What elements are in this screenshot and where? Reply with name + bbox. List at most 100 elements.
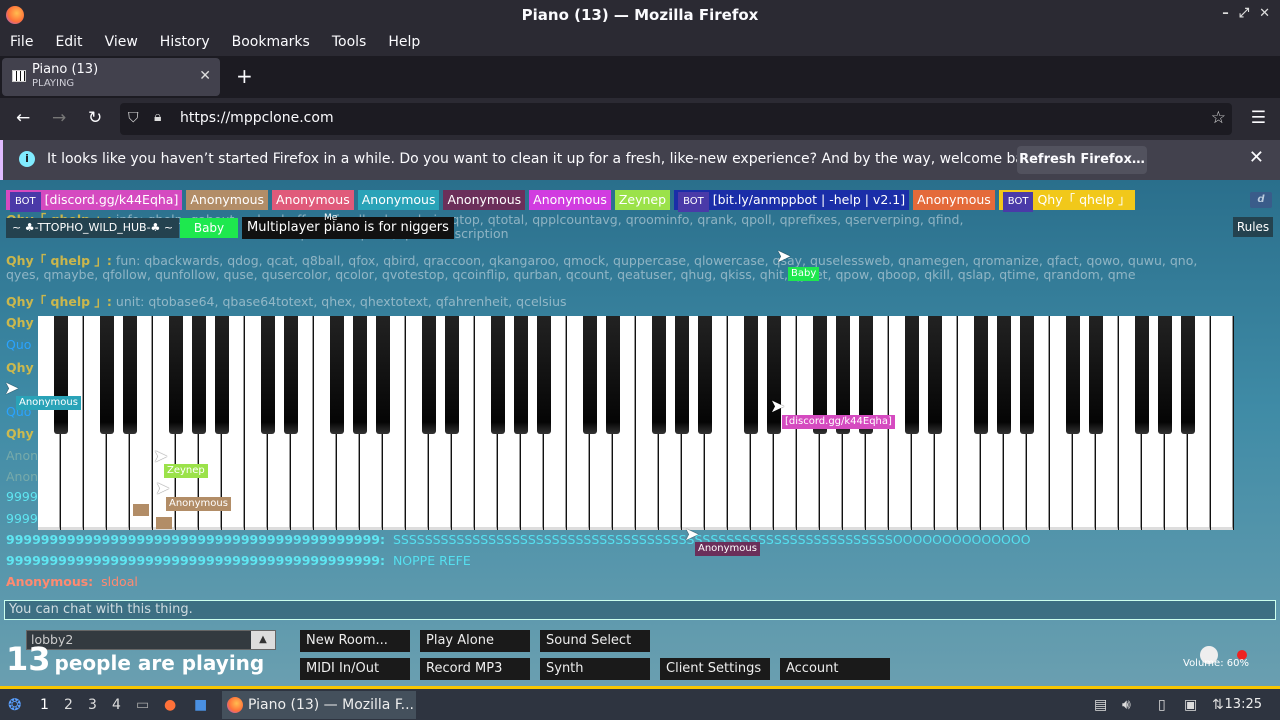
- account-button[interactable]: Account: [780, 658, 890, 680]
- midi-button[interactable]: MIDI In/Out: [300, 658, 410, 680]
- minimize-icon[interactable]: –: [1222, 6, 1229, 21]
- black-key[interactable]: [375, 316, 391, 434]
- url-text[interactable]: https://mppclone.com: [180, 110, 334, 126]
- black-key[interactable]: [973, 316, 989, 434]
- file-manager-icon[interactable]: ▭: [136, 697, 149, 713]
- black-key[interactable]: [260, 316, 276, 434]
- address-bar[interactable]: ⛉ 🔒︎ https://mppclone.com ☆: [120, 103, 1232, 135]
- tab-close-icon[interactable]: ✕: [199, 68, 211, 84]
- play-alone-button[interactable]: Play Alone: [420, 630, 530, 652]
- user-tag[interactable]: Anonymous: [443, 190, 526, 210]
- record-mp3-button[interactable]: Record MP3: [420, 658, 530, 680]
- black-key[interactable]: [996, 316, 1012, 434]
- white-key[interactable]: [1211, 316, 1233, 530]
- black-key[interactable]: [1134, 316, 1150, 434]
- user-tag[interactable]: Anonymous: [357, 190, 440, 210]
- black-key[interactable]: [1065, 316, 1081, 434]
- black-key[interactable]: [329, 316, 345, 434]
- back-icon[interactable]: ←: [16, 108, 30, 128]
- lock-icon[interactable]: 🔒︎: [154, 109, 161, 125]
- black-key[interactable]: [1180, 316, 1196, 434]
- reload-icon[interactable]: ↻: [88, 108, 102, 128]
- firefox-launcher-icon[interactable]: ●: [164, 697, 176, 713]
- black-key[interactable]: [99, 316, 115, 434]
- user-tag[interactable]: Anonymous: [913, 190, 995, 210]
- menu-bookmarks[interactable]: Bookmarks: [232, 34, 310, 50]
- close-window-icon[interactable]: ✕: [1259, 6, 1270, 21]
- black-key[interactable]: [168, 316, 184, 434]
- cursor-label-zeynep: Zeynep: [164, 464, 208, 478]
- black-key[interactable]: [490, 316, 506, 434]
- tracking-shield-icon[interactable]: ⛉: [128, 110, 139, 126]
- start-menu-icon[interactable]: ❂: [8, 695, 21, 714]
- black-key[interactable]: [1019, 316, 1035, 434]
- client-settings-button[interactable]: Client Settings: [660, 658, 770, 680]
- tray-volume-icon[interactable]: 🔊︎: [1122, 697, 1131, 713]
- bookmark-star-icon[interactable]: ☆: [1211, 108, 1226, 128]
- chat-name-stub: Anon: [6, 448, 39, 463]
- discord-icon[interactable]: 𝙙: [1250, 192, 1272, 208]
- refresh-firefox-button[interactable]: Refresh Firefox…: [1017, 146, 1147, 174]
- taskbar-firefox-window[interactable]: Piano (13) — Mozilla F...: [222, 691, 416, 719]
- rules-button[interactable]: Rules: [1233, 217, 1273, 237]
- tray-clipboard-icon[interactable]: ▯: [1158, 697, 1166, 713]
- black-key[interactable]: [674, 316, 690, 434]
- restore-icon[interactable]: ⤢: [1239, 6, 1249, 21]
- terminal-icon[interactable]: ■: [194, 697, 207, 713]
- user-tag[interactable]: BOT [discord.gg/k44Eqha]: [6, 190, 183, 212]
- black-key[interactable]: [53, 316, 69, 434]
- workspace-3[interactable]: 3: [88, 697, 97, 713]
- menu-history[interactable]: History: [160, 34, 210, 50]
- tab-piano[interactable]: Piano (13) PLAYING ✕: [2, 58, 220, 96]
- black-key[interactable]: [352, 316, 368, 434]
- user-tag[interactable]: BOT [bit.ly/anmppbot | -help | v2.1]: [674, 190, 910, 212]
- app-menu-icon[interactable]: ☰: [1251, 108, 1266, 128]
- sound-select-button[interactable]: Sound Select: [540, 630, 650, 652]
- black-key[interactable]: [536, 316, 552, 434]
- workspace-4[interactable]: 4: [112, 697, 121, 713]
- bot-badge: BOT: [10, 192, 41, 212]
- new-room-button[interactable]: New Room...: [300, 630, 410, 652]
- tray-updates-icon[interactable]: ▤: [1094, 697, 1107, 713]
- synth-button[interactable]: Synth: [540, 658, 650, 680]
- black-key[interactable]: [697, 316, 713, 434]
- new-tab-icon[interactable]: +: [236, 64, 253, 88]
- menu-view[interactable]: View: [105, 34, 138, 50]
- black-key[interactable]: [513, 316, 529, 434]
- forward-icon[interactable]: →: [52, 108, 66, 128]
- chat-line: Qhy「 qhelp 」: unit: qtobase64, qbase64to…: [6, 294, 567, 309]
- black-key[interactable]: [927, 316, 943, 434]
- black-key[interactable]: [444, 316, 460, 434]
- user-tag-baby[interactable]: Baby: [180, 218, 238, 238]
- black-key[interactable]: [283, 316, 299, 434]
- black-key[interactable]: [421, 316, 437, 434]
- workspace-1[interactable]: 1: [40, 697, 49, 713]
- user-tag[interactable]: Anonymous: [529, 190, 611, 210]
- black-key[interactable]: [743, 316, 759, 434]
- black-key[interactable]: [651, 316, 667, 434]
- black-key[interactable]: [191, 316, 207, 434]
- black-key[interactable]: [1088, 316, 1104, 434]
- menu-file[interactable]: File: [10, 34, 33, 50]
- tray-network-icon[interactable]: ⇅: [1212, 697, 1224, 713]
- black-key[interactable]: [214, 316, 230, 434]
- tab-title: Piano (13): [32, 62, 99, 77]
- menu-bar: File Edit View History Bookmarks Tools H…: [0, 30, 1280, 54]
- room-owner-tag[interactable]: ~ ♣-TTOPHO_WILD_HUB-♣ ~: [6, 218, 180, 238]
- black-key[interactable]: [1157, 316, 1173, 434]
- notification-close-icon[interactable]: ✕: [1249, 147, 1264, 168]
- workspace-2[interactable]: 2: [64, 697, 73, 713]
- user-tag[interactable]: Anonymous: [272, 190, 354, 210]
- menu-edit[interactable]: Edit: [55, 34, 82, 50]
- black-key[interactable]: [904, 316, 920, 434]
- menu-tools[interactable]: Tools: [332, 34, 367, 50]
- user-tag[interactable]: BOT Qhy「 qhelp 」: [998, 190, 1135, 212]
- menu-help[interactable]: Help: [388, 34, 420, 50]
- user-tag[interactable]: Zeynep: [614, 190, 671, 210]
- tray-display-icon[interactable]: ▣: [1184, 697, 1197, 713]
- black-key[interactable]: [582, 316, 598, 434]
- chat-input[interactable]: You can chat with this thing.: [4, 600, 1276, 620]
- user-tag[interactable]: Anonymous: [186, 190, 269, 210]
- black-key[interactable]: [122, 316, 138, 434]
- black-key[interactable]: [605, 316, 621, 434]
